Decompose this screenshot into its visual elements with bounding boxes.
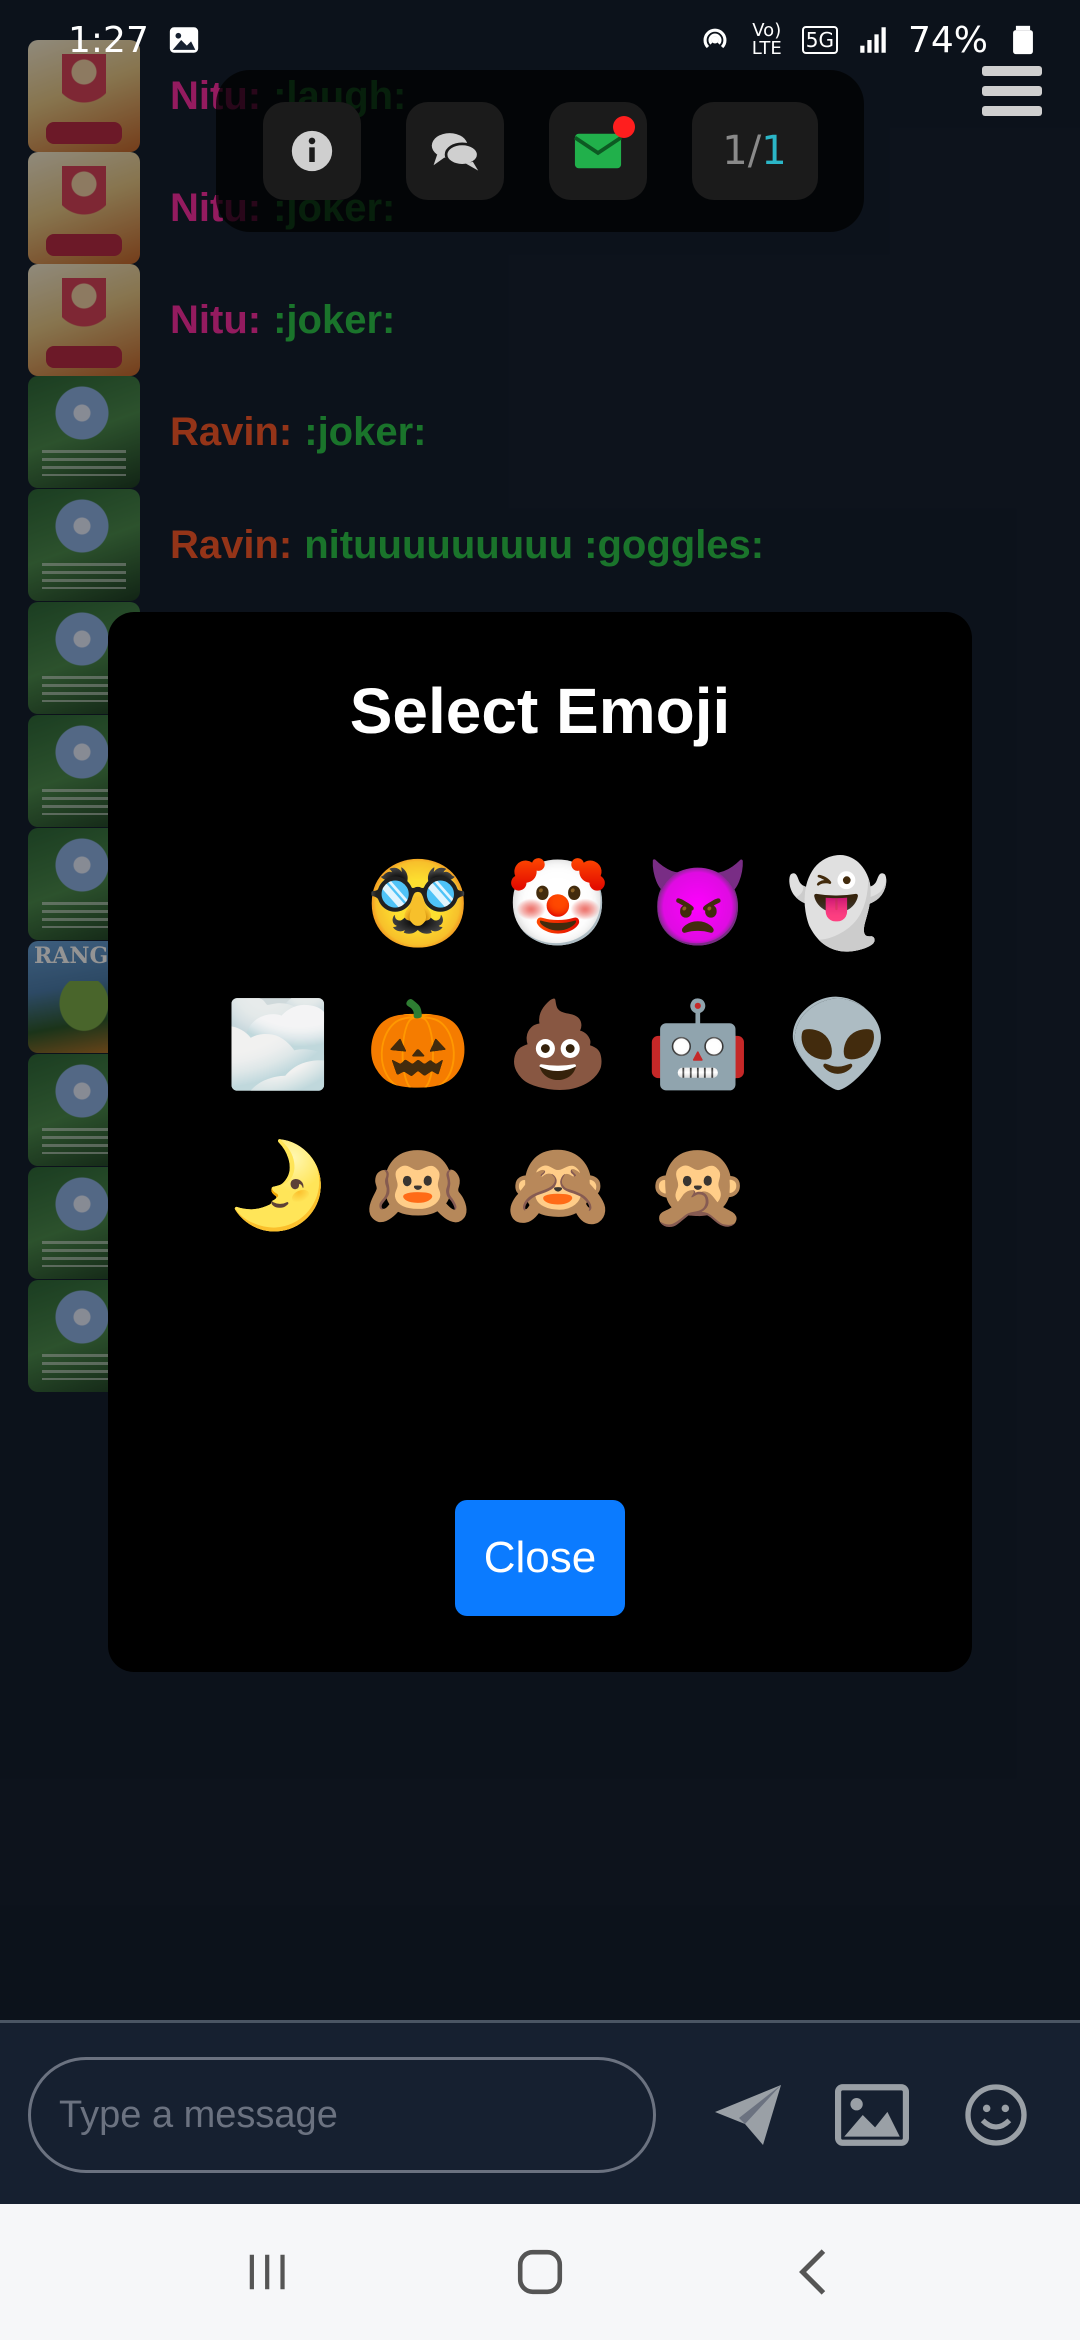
battery-level: 74% (907, 19, 988, 61)
emoji-button[interactable] (954, 2073, 1038, 2157)
emoji-grid-clip (208, 1420, 908, 1434)
emoji-option[interactable]: 🥸 (348, 832, 488, 973)
image-icon (835, 2084, 909, 2146)
emoji-option[interactable]: 🙈 (488, 1114, 628, 1255)
network-type: 5G (801, 26, 838, 54)
battery-icon (1013, 25, 1033, 55)
emoji-option[interactable]: 😸 (208, 1255, 348, 1396)
emoji-option[interactable]: 😎 (208, 832, 348, 973)
attach-image-button[interactable] (830, 2073, 914, 2157)
emoji-option[interactable]: 👻 (768, 832, 908, 973)
home-button[interactable] (500, 2232, 580, 2312)
emoji-option[interactable]: 😻 (488, 1255, 628, 1396)
signal-icon (860, 27, 886, 53)
emoji-option[interactable]: 👿 (628, 832, 768, 973)
counter-separator: / (747, 128, 762, 174)
gallery-notification-icon (169, 27, 199, 53)
recents-icon (249, 2254, 285, 2290)
status-bar: 1:27 Vo) LTE 5G 74% (0, 0, 1080, 80)
emoji-option[interactable]: 🌛 (208, 1114, 348, 1255)
message-input[interactable] (28, 2057, 656, 2173)
emoji-grid[interactable]: 😎🥸🤡👿👻🌫️🎃💩🤖👽🌛🙉🙈🙊😺😸😹😻😼😽🙀 (208, 832, 908, 1433)
chat-toolbar: 1/1 (216, 70, 864, 232)
emoji-option[interactable]: 👽 (768, 973, 908, 1114)
counter-total: 1 (761, 128, 787, 174)
hotspot-icon (703, 28, 727, 49)
emoji-picker-modal: Select Emoji 😎🥸🤡👿👻🌫️🎃💩🤖👽🌛🙉🙈🙊😺😸😹😻😼😽🙀 Clos… (108, 612, 972, 1672)
emoji-option[interactable]: 🙊 (628, 1114, 768, 1255)
info-button[interactable] (262, 102, 361, 200)
counter-current: 1 (722, 128, 748, 174)
home-icon (517, 2249, 563, 2295)
emoji-option[interactable]: 😼 (628, 1255, 768, 1396)
info-icon (291, 130, 332, 172)
emoji-option[interactable]: 🌫️ (208, 973, 348, 1114)
back-chevron-icon (799, 2249, 826, 2295)
comments-icon (431, 133, 480, 171)
message-composer (0, 2020, 1080, 2204)
send-icon (715, 2085, 781, 2145)
chats-button[interactable] (405, 102, 504, 200)
emoji-option[interactable]: 😽 (768, 1255, 908, 1396)
emoji-option[interactable]: 💩 (488, 973, 628, 1114)
emoji-option[interactable]: 🙉 (348, 1114, 488, 1255)
smiley-icon (965, 2084, 1027, 2146)
messages-button[interactable] (548, 102, 647, 200)
emoji-option[interactable]: 😹 (348, 1255, 488, 1396)
volte-indicator: Vo) LTE (751, 20, 782, 59)
recent-apps-button[interactable] (227, 2232, 307, 2312)
back-button[interactable] (773, 2232, 853, 2312)
status-time: 1:27 (68, 19, 149, 61)
notification-dot (612, 116, 635, 138)
envelope-icon (573, 133, 622, 169)
emoji-option[interactable]: 🎃 (348, 973, 488, 1114)
page-counter[interactable]: 1/1 (691, 102, 818, 200)
emoji-option[interactable]: 🤖 (628, 973, 768, 1114)
modal-title: Select Emoji (349, 675, 731, 747)
system-navigation-bar (0, 2204, 1080, 2340)
emoji-option[interactable]: 🤡 (488, 832, 628, 973)
send-button[interactable] (706, 2073, 790, 2157)
close-button[interactable]: Close (455, 1500, 625, 1616)
emoji-option[interactable]: 😺 (768, 1114, 908, 1255)
